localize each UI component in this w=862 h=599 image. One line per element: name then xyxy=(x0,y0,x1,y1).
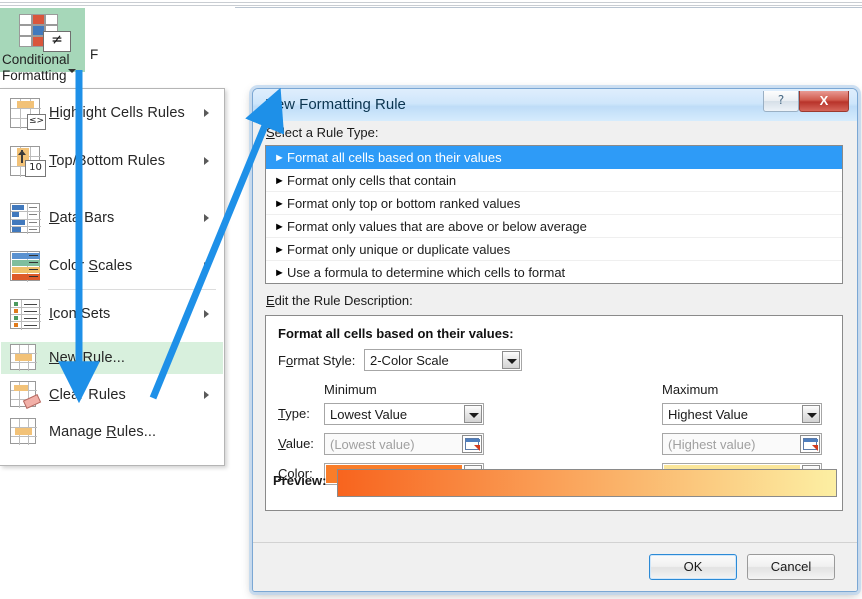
rule-type-label: Format only values that are above or bel… xyxy=(287,219,587,234)
menu-item-label: Data Bars xyxy=(49,210,115,226)
menu-item-manage-rules[interactable]: Manage Rules... xyxy=(1,416,223,448)
preview-gradient xyxy=(338,470,836,496)
maximum-value-input[interactable]: (Highest value) xyxy=(662,433,822,455)
conditional-formatting-menu: ≤> Highlight Cells Rules 10 Top/Bottom R… xyxy=(0,88,225,466)
minimum-column-header: Minimum xyxy=(324,382,377,397)
minimum-value-placeholder: (Lowest value) xyxy=(330,437,415,452)
rule-type-option[interactable]: ► Use a formula to determine which cells … xyxy=(266,261,842,283)
submenu-arrow-icon xyxy=(204,214,209,222)
value-label: Value: xyxy=(278,436,314,451)
menu-item-label: Highlight Cells Rules xyxy=(49,105,185,121)
ribbon-top-rule-2 xyxy=(0,5,862,6)
dialog-footer: OK Cancel xyxy=(253,542,857,591)
maximum-value-placeholder: (Highest value) xyxy=(668,437,756,452)
bullet-icon: ► xyxy=(274,221,285,233)
submenu-arrow-icon xyxy=(204,310,209,318)
close-button[interactable]: X xyxy=(799,91,849,112)
maximum-type-select[interactable]: Highest Value xyxy=(662,403,822,425)
preview-box xyxy=(337,469,837,497)
rule-type-option[interactable]: ► Format only cells that contain xyxy=(266,169,842,192)
menu-item-icon-sets[interactable]: Icon Sets xyxy=(1,290,223,338)
select-rule-type-label: Select a Rule Type: xyxy=(266,125,379,140)
dialog-title: New Formatting Rule xyxy=(265,96,406,113)
bullet-icon: ► xyxy=(274,267,285,279)
chevron-down-icon[interactable] xyxy=(502,351,520,369)
ribbon-top-rule-1 xyxy=(0,2,862,3)
preview-label: Preview: xyxy=(273,473,327,488)
range-picker-icon[interactable] xyxy=(462,435,482,453)
chevron-down-icon[interactable] xyxy=(464,405,482,423)
rule-type-label: Format all cells based on their values xyxy=(287,150,502,165)
cancel-button[interactable]: Cancel xyxy=(747,554,835,580)
menu-item-label: Clear Rules xyxy=(49,387,126,403)
not-equal-glyph: ≠ xyxy=(43,31,71,52)
icon-sets-icon xyxy=(1,290,49,338)
data-bars-icon xyxy=(1,194,49,242)
menu-item-label: Color Scales xyxy=(49,258,133,274)
rule-type-option[interactable]: ► Format all cells based on their values xyxy=(266,146,842,169)
menu-item-highlight-cells-rules[interactable]: ≤> Highlight Cells Rules xyxy=(1,89,223,137)
ribbon-top-rule-3 xyxy=(235,7,862,8)
rule-type-option[interactable]: ► Format only unique or duplicate values xyxy=(266,238,842,261)
menu-item-label: Manage Rules... xyxy=(49,424,157,440)
edit-group-title: Format all cells based on their values: xyxy=(278,326,514,341)
submenu-arrow-icon xyxy=(204,262,209,270)
submenu-arrow-icon xyxy=(204,109,209,117)
bullet-icon: ► xyxy=(274,244,285,256)
format-style-value: 2-Color Scale xyxy=(370,353,449,368)
menu-item-label: New Rule... xyxy=(49,350,126,366)
dialog-body: Select a Rule Type: ► Format all cells ba… xyxy=(253,121,857,542)
help-button[interactable]: ? xyxy=(763,91,799,112)
ok-button[interactable]: OK xyxy=(649,554,737,580)
submenu-arrow-icon xyxy=(204,157,209,165)
maximum-type-value: Highest Value xyxy=(668,407,748,422)
manage-rules-icon xyxy=(1,416,49,448)
type-label: Type: xyxy=(278,406,310,421)
minimum-type-select[interactable]: Lowest Value xyxy=(324,403,484,425)
bullet-icon: ► xyxy=(274,198,285,210)
bullet-icon: ► xyxy=(274,152,285,164)
menu-item-data-bars[interactable]: Data Bars xyxy=(1,194,223,242)
menu-item-top-bottom-rules[interactable]: 10 Top/Bottom Rules xyxy=(1,137,223,185)
rule-type-label: Format only cells that contain xyxy=(287,173,457,188)
menu-item-label: Icon Sets xyxy=(49,306,111,322)
menu-item-label: Top/Bottom Rules xyxy=(49,153,166,169)
minimum-type-value: Lowest Value xyxy=(330,407,408,422)
clear-rules-icon xyxy=(1,379,49,411)
rule-type-label: Format only top or bottom ranked values xyxy=(287,196,521,211)
color-scales-icon xyxy=(1,242,49,290)
maximum-column-header: Maximum xyxy=(662,382,719,397)
minimum-value-input[interactable]: (Lowest value) xyxy=(324,433,484,455)
submenu-arrow-icon xyxy=(204,391,209,399)
menu-item-color-scales[interactable]: Color Scales xyxy=(1,242,223,290)
rule-type-label: Use a formula to determine which cells t… xyxy=(287,265,566,280)
top-bottom-rules-icon: 10 xyxy=(1,137,49,185)
rule-type-label: Format only unique or duplicate values xyxy=(287,242,511,257)
conditional-formatting-ribbon-button[interactable]: ≠ Conditional Formatting xyxy=(0,8,85,83)
new-formatting-rule-dialog: New Formatting Rule ? X Select a Rule Ty… xyxy=(252,88,858,592)
edit-rule-description-label: Edit the Rule Description: xyxy=(266,293,413,308)
new-rule-icon xyxy=(1,342,49,374)
conditional-formatting-label: Conditional Formatting xyxy=(0,52,85,84)
rule-type-option[interactable]: ► Format only top or bottom ranked values xyxy=(266,192,842,215)
conditional-formatting-icon: ≠ xyxy=(19,14,71,52)
chevron-down-icon[interactable] xyxy=(802,405,820,423)
ribbon-neighbor-text: F xyxy=(90,47,99,62)
range-picker-icon[interactable] xyxy=(800,435,820,453)
rule-type-option[interactable]: ► Format only values that are above or be… xyxy=(266,215,842,238)
menu-item-new-rule[interactable]: New Rule... xyxy=(1,342,223,374)
format-style-select[interactable]: 2-Color Scale xyxy=(364,349,522,371)
format-style-label: Format Style: xyxy=(278,353,356,368)
rule-type-list[interactable]: ► Format all cells based on their values … xyxy=(265,145,843,284)
cf-label-line1: Conditional xyxy=(2,52,70,67)
highlight-cells-icon: ≤> xyxy=(1,89,49,137)
dialog-title-bar[interactable]: New Formatting Rule ? X xyxy=(253,89,857,122)
menu-item-clear-rules[interactable]: Clear Rules xyxy=(1,379,223,411)
chevron-down-icon[interactable] xyxy=(68,69,76,73)
bullet-icon: ► xyxy=(274,175,285,187)
